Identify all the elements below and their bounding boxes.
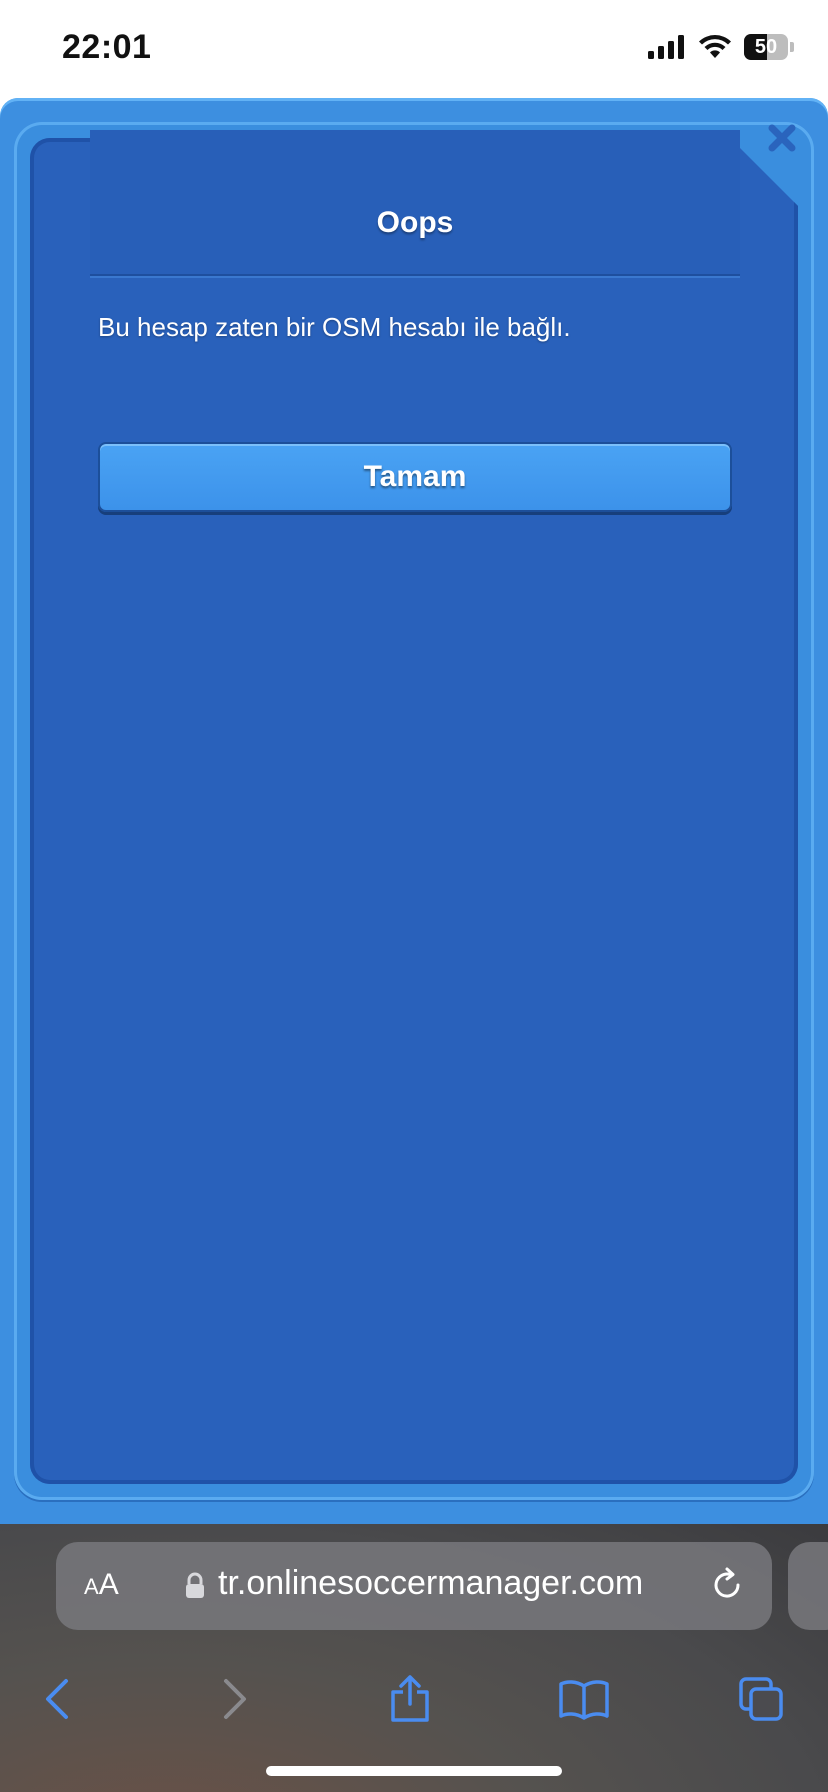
home-indicator bbox=[266, 1766, 562, 1776]
dialog-title: Oops bbox=[376, 206, 454, 239]
share-button[interactable] bbox=[375, 1664, 445, 1734]
status-bar: 22:01 50 bbox=[0, 0, 828, 100]
forward-icon bbox=[224, 1679, 246, 1719]
back-icon bbox=[46, 1679, 68, 1719]
battery-level: 50 bbox=[754, 36, 778, 58]
dialog-message: Bu hesap zaten bir OSM hesabı ile bağlı. bbox=[98, 312, 571, 342]
dialog-header: Oops bbox=[90, 130, 740, 276]
bookmarks-button[interactable] bbox=[549, 1664, 619, 1734]
battery-icon: 50 bbox=[744, 34, 794, 60]
ok-button-label: Tamam bbox=[363, 460, 467, 493]
browser-toolbar bbox=[0, 1654, 828, 1744]
ok-button[interactable]: Tamam bbox=[98, 442, 732, 512]
share-icon bbox=[391, 1675, 429, 1722]
status-time: 22:01 bbox=[62, 28, 152, 66]
next-tab-pill[interactable] bbox=[788, 1542, 828, 1630]
reload-icon[interactable] bbox=[708, 1566, 746, 1604]
close-icon bbox=[768, 124, 796, 152]
forward-button[interactable] bbox=[200, 1664, 270, 1734]
back-button[interactable] bbox=[22, 1664, 92, 1734]
bookmarks-icon bbox=[559, 1680, 609, 1720]
lock-icon bbox=[186, 1572, 204, 1598]
aa-small-label: A bbox=[84, 1574, 99, 1599]
url-text: tr.onlinesoccermanager.com bbox=[218, 1564, 644, 1602]
address-bar[interactable]: AA tr.onlinesoccermanager.com bbox=[56, 1542, 772, 1630]
wifi-icon bbox=[699, 35, 731, 58]
status-icons: 50 bbox=[648, 34, 794, 60]
cellular-signal-icon bbox=[648, 35, 684, 59]
aa-large-label: A bbox=[98, 1568, 119, 1601]
close-button[interactable] bbox=[762, 118, 802, 158]
tabs-icon bbox=[739, 1677, 783, 1721]
tabs-button[interactable] bbox=[726, 1664, 796, 1734]
reader-format-button[interactable]: AA bbox=[84, 1568, 119, 1602]
browser-bottom-bar: AA tr.onlinesoccermanager.com bbox=[0, 1524, 828, 1792]
